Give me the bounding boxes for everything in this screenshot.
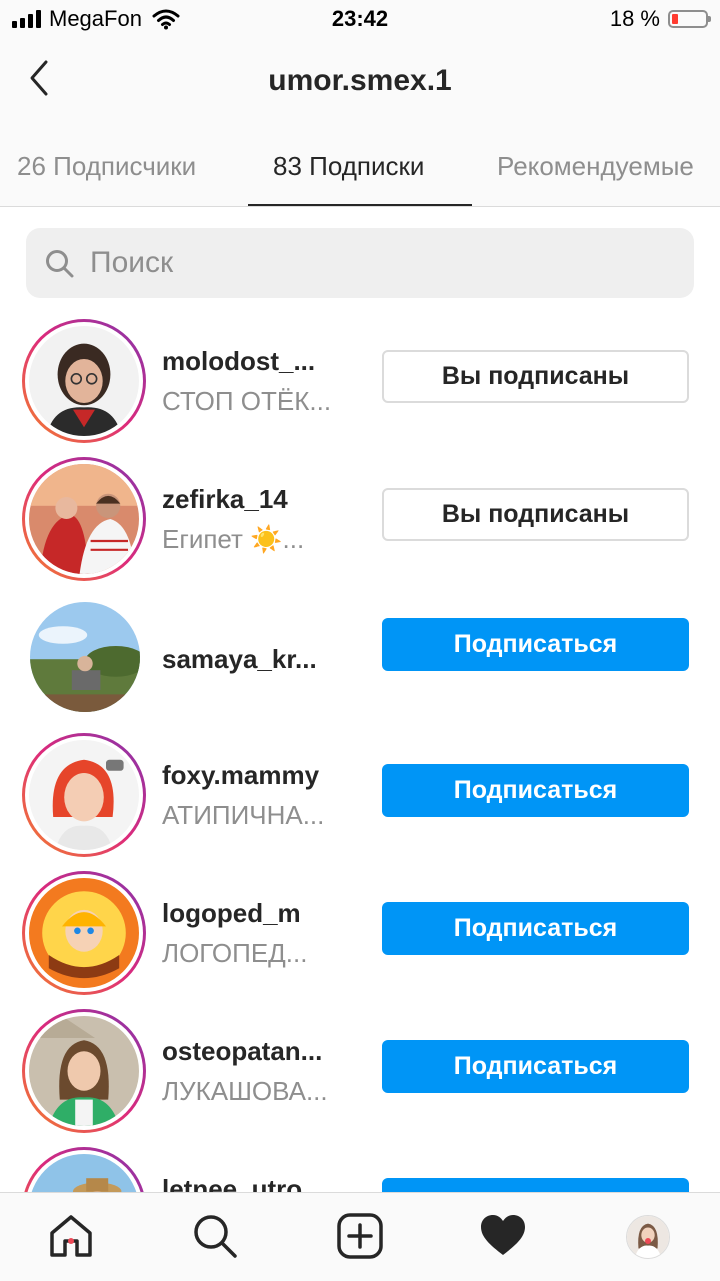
search-bar[interactable] — [26, 228, 694, 298]
username[interactable]: foxy.mammy — [162, 760, 319, 791]
header: umor.smex.1 — [0, 40, 720, 126]
avatar — [29, 464, 139, 574]
full-name: ЛОГОПЕД... — [162, 938, 308, 968]
avatar — [29, 1016, 139, 1126]
tab-followers[interactable]: 26 Подписчики — [17, 126, 196, 206]
avatar — [29, 326, 139, 436]
list-item[interactable]: osteopatan... ЛУКАШОВА... Подписаться — [0, 990, 720, 1133]
battery-percent: 18 % — [609, 6, 660, 31]
story-ring[interactable] — [22, 319, 146, 443]
username[interactable]: osteopatan... — [162, 1036, 322, 1067]
avatar — [29, 740, 139, 850]
bottom-tab-bar — [0, 1192, 720, 1281]
following-button[interactable]: Вы подписаны — [382, 350, 689, 403]
story-ring[interactable] — [22, 457, 146, 581]
follow-button[interactable]: Подписаться — [382, 902, 689, 955]
full-name: СТОП ОТЁК... — [162, 386, 332, 416]
home-notification-dot — [68, 1238, 74, 1244]
list-item[interactable]: foxy.mammy АТИПИЧНА... Подписаться — [0, 714, 720, 857]
avatar — [29, 878, 139, 988]
tab-bar: 26 Подписчики 83 Подписки Рекомендуемые — [0, 126, 720, 207]
following-list: molodost_... СТОП ОТЁК... Вы подписаны z… — [0, 300, 720, 1192]
activity-heart-icon[interactable] — [478, 1211, 528, 1261]
follow-button[interactable]: Подписаться — [382, 618, 689, 671]
tab-suggested[interactable]: Рекомендуемые — [497, 126, 694, 206]
active-tab-indicator — [248, 204, 472, 206]
list-item[interactable]: letnee_utro Подписаться — [0, 1128, 720, 1192]
list-item[interactable]: logoped_m ЛОГОПЕД... Подписаться — [0, 852, 720, 995]
page-title: umor.smex.1 — [268, 64, 452, 97]
status-bar: MegaFon 23:42 18 % — [0, 0, 720, 40]
search-icon — [46, 250, 74, 278]
battery-status: 18 % — [609, 6, 711, 32]
story-ring[interactable] — [22, 1147, 146, 1192]
username[interactable]: molodost_... — [162, 346, 315, 377]
list-item[interactable]: samaya_kr... Подписаться — [0, 576, 720, 714]
search-icon[interactable] — [190, 1211, 240, 1261]
battery-icon — [668, 10, 711, 28]
search-input[interactable] — [90, 228, 670, 298]
new-post-icon[interactable] — [335, 1211, 385, 1261]
story-ring[interactable] — [22, 1009, 146, 1133]
follow-button[interactable]: Подписаться — [382, 764, 689, 817]
avatar — [29, 1154, 139, 1192]
username[interactable]: zefirka_14 — [162, 484, 288, 515]
profile-avatar[interactable] — [626, 1215, 670, 1259]
follow-button[interactable]: Подписаться — [382, 1040, 689, 1093]
follow-button[interactable]: Подписаться — [382, 1178, 689, 1192]
profile-notification-dot — [645, 1238, 651, 1244]
tab-following[interactable]: 83 Подписки — [273, 126, 424, 206]
full-name: Египет ☀️... — [162, 524, 305, 554]
username[interactable]: letnee_utro — [162, 1174, 302, 1192]
full-name: АТИПИЧНА... — [162, 800, 325, 830]
following-button[interactable]: Вы подписаны — [382, 488, 689, 541]
username[interactable]: logoped_m — [162, 898, 301, 929]
story-ring[interactable] — [22, 733, 146, 857]
home-icon[interactable] — [46, 1211, 96, 1261]
list-item[interactable]: zefirka_14 Египет ☀️... Вы подписаны — [0, 438, 720, 581]
avatar-frame[interactable] — [30, 602, 140, 712]
story-ring[interactable] — [22, 871, 146, 995]
avatar — [30, 602, 140, 712]
list-item[interactable]: molodost_... СТОП ОТЁК... Вы подписаны — [0, 300, 720, 443]
full-name: ЛУКАШОВА... — [162, 1076, 328, 1106]
username[interactable]: samaya_kr... — [162, 644, 317, 675]
